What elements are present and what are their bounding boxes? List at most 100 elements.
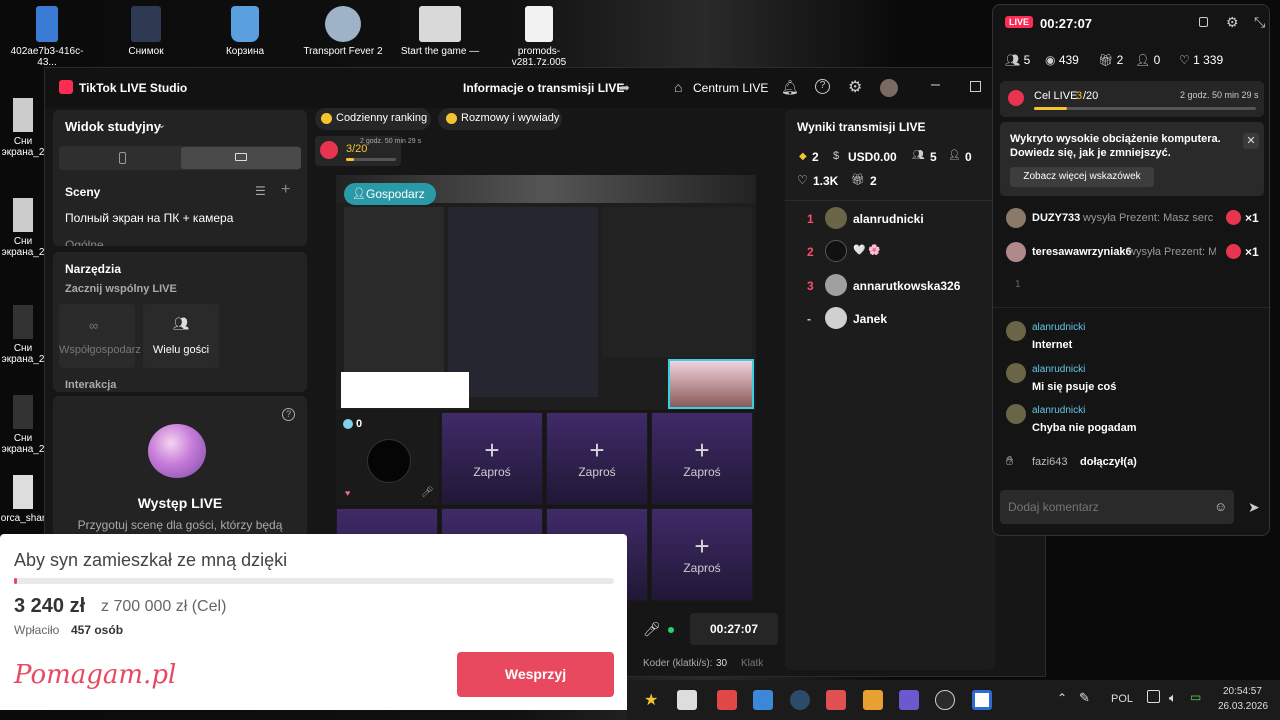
gift-username[interactable]: DUZY733: [1032, 212, 1080, 224]
list-icon[interactable]: ☰: [255, 184, 266, 198]
invite-slot[interactable]: + Zaproś: [441, 412, 543, 505]
game-app-icon[interactable]: [717, 690, 737, 710]
avatar: [1006, 363, 1026, 383]
image-file-icon: [36, 6, 58, 42]
desktop-icon-side[interactable]: Сни экрана_2: [0, 198, 46, 258]
tools-panel: Narzędzia Zacznij wspólny LIVE ∞ Współgo…: [53, 252, 307, 392]
photos-app-icon[interactable]: [753, 690, 773, 710]
dollar-icon: $: [833, 150, 840, 162]
gift-username[interactable]: teresawawrzyniak6: [1032, 246, 1132, 258]
more-tips-button[interactable]: Zobacz więcej wskazówek: [1010, 167, 1154, 187]
comment-text: Internet: [1032, 339, 1073, 351]
desktop-icon-image-file[interactable]: 402ae7b3-416c-43...: [2, 6, 92, 68]
desktop-icon-recycle-bin[interactable]: Корзина: [200, 6, 290, 57]
gear-icon[interactable]: ⚙: [848, 77, 862, 97]
emoji-icon[interactable]: ☺: [1214, 499, 1227, 514]
desktop-icon-promods[interactable]: promods-v281.7z.005: [494, 6, 584, 68]
map-app-icon[interactable]: [826, 690, 846, 710]
invite-slot[interactable]: + Zaproś: [651, 412, 753, 505]
clock-date[interactable]: 26.03.2026: [1218, 701, 1268, 712]
talks-chip[interactable]: Rozmowy i wywiady: [438, 108, 562, 130]
join-username[interactable]: fazi643: [1032, 456, 1067, 468]
stream-timer-label: 00:27:07: [709, 622, 759, 636]
comment-username[interactable]: alanrudnicki: [1032, 405, 1085, 416]
follows-stat: 👤︎ 0: [1135, 53, 1160, 67]
teams-icon[interactable]: [899, 690, 919, 710]
collapse-icon[interactable]: ⤡: [1254, 14, 1265, 31]
live-goal-widget[interactable]: 2 godz. 50 min 29 s 3/20: [315, 136, 421, 166]
comment-input[interactable]: [1000, 490, 1210, 524]
share-icon[interactable]: ➦: [619, 80, 630, 96]
desktop-icon-side[interactable]: orca_shar: [0, 475, 46, 524]
desktop-icon-transport-fever[interactable]: Transport Fever 2: [298, 6, 388, 57]
desktop-icon-side[interactable]: Сни экрана_2: [0, 395, 46, 455]
bell-icon[interactable]: 🔔︎: [781, 79, 799, 96]
lock-icon[interactable]: [1199, 17, 1208, 27]
preview-screen-capture: [448, 207, 598, 397]
minimize-button[interactable]: –: [931, 76, 940, 94]
diamond-icon: ◆: [799, 151, 807, 162]
guest-slot-occupied[interactable]: 0 ♥ 🎤︎: [336, 412, 439, 505]
gift-icon: 🎁︎: [851, 174, 865, 186]
live-center-button[interactable]: Centrum LIVE: [693, 81, 768, 95]
comment-username[interactable]: alanrudnicki: [1032, 364, 1085, 375]
apple-gift-icon: [1226, 244, 1241, 259]
gear-icon[interactable]: ⚙: [1226, 14, 1239, 31]
chevron-up-icon[interactable]: ⌃: [1057, 691, 1067, 705]
invite-slot[interactable]: + Zaproś: [651, 508, 753, 601]
multi-guest-button[interactable]: 👥︎ Wielu gości: [143, 304, 219, 368]
steam-icon[interactable]: [790, 690, 810, 710]
ranking-row[interactable]: 1 alanrudnicki: [785, 206, 995, 232]
help-icon[interactable]: ?: [282, 408, 295, 421]
desktop-icon-side[interactable]: Сни экрана_2: [0, 305, 46, 365]
rank-number: 3: [807, 279, 814, 293]
landscape-toggle[interactable]: [181, 147, 301, 169]
portrait-icon[interactable]: [119, 152, 126, 164]
desktop-icon-start-game[interactable]: Start the game —: [395, 6, 485, 57]
close-icon[interactable]: ✕: [1243, 133, 1259, 149]
desktop-icon-screenshot[interactable]: Снимок: [101, 6, 191, 57]
encoder-label: Koder (klatki/s):: [643, 658, 713, 669]
ranking-row[interactable]: 2 🤍 🌸: [785, 239, 995, 265]
home-icon: ⌂: [674, 79, 683, 95]
viewers-stat: 👥︎ 5: [1005, 53, 1030, 67]
host-video-preview[interactable]: 👤︎ Gospodarz: [336, 175, 756, 410]
stream-info-link[interactable]: Informacje o transmisji LIVE: [463, 81, 624, 95]
scene-item[interactable]: Ogólne: [65, 238, 104, 246]
network-icon[interactable]: [1147, 690, 1160, 703]
mic-status-indicator: [668, 627, 674, 633]
star-app-icon[interactable]: ★: [644, 690, 664, 710]
battery-icon[interactable]: ▭: [1190, 690, 1201, 704]
add-scene-button[interactable]: +: [281, 181, 290, 199]
help-icon[interactable]: ?: [815, 79, 830, 94]
comment-username[interactable]: alanrudnicki: [1032, 322, 1085, 333]
cohost-button[interactable]: ∞ Współgospodarz: [59, 304, 141, 368]
invite-slot[interactable]: + Zaproś: [546, 412, 648, 505]
clock-time[interactable]: 20:54:57: [1223, 686, 1262, 697]
invite-label: Zaproś: [683, 465, 721, 479]
daily-ranking-chip[interactable]: Codzienny ranking: [315, 108, 431, 130]
talks-label: Rozmowy i wywiady: [461, 112, 560, 124]
live-goal-card[interactable]: Cel LIVE 3 /20 2 godz. 50 min 29 s: [1000, 81, 1264, 117]
package-app-icon[interactable]: [677, 690, 697, 710]
plus-icon: +: [589, 435, 605, 465]
ranking-row[interactable]: - Janek: [785, 306, 995, 332]
pen-icon[interactable]: ✎: [1079, 690, 1090, 706]
guest-avatar: [367, 439, 411, 483]
media-player-icon[interactable]: [863, 690, 883, 710]
microphone-icon[interactable]: 🎤︎: [421, 487, 434, 498]
speaker-icon[interactable]: 🔈︎: [1169, 690, 1177, 706]
scene-item[interactable]: Полный экран на ПК + камера: [65, 211, 233, 225]
ranking-row[interactable]: 3 annarutkowska326: [785, 273, 995, 299]
desktop-icon-label: Снимок: [128, 46, 164, 57]
view-mode-dropdown[interactable]: Widok studyjny: [65, 119, 161, 134]
send-icon[interactable]: ➤: [1248, 499, 1260, 516]
desktop-icon-side[interactable]: Сни экрана_2: [0, 98, 46, 158]
avatar[interactable]: [880, 79, 898, 97]
language-indicator[interactable]: POL: [1111, 693, 1133, 705]
app-window-icon[interactable]: [972, 690, 992, 710]
maximize-button[interactable]: [970, 81, 981, 92]
microphone-icon[interactable]: 🎤︎: [643, 621, 661, 638]
obs-icon[interactable]: [935, 690, 955, 710]
support-button[interactable]: Wesprzyj: [457, 652, 614, 697]
